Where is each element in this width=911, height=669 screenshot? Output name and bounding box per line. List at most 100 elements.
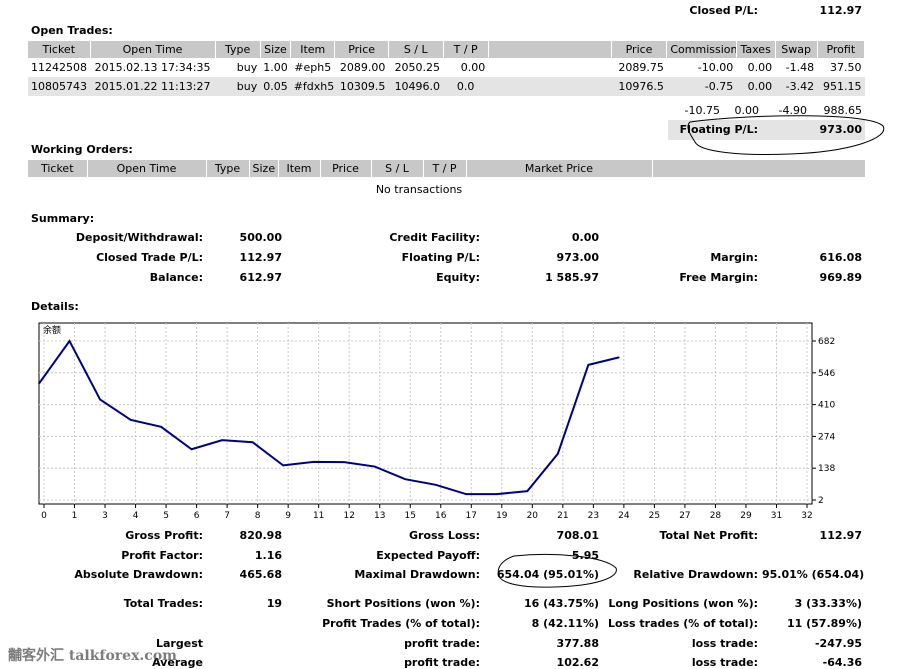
long-positions-label: Long Positions (won %): (608, 597, 758, 610)
loss-trades-value: 11 (57.89%) (786, 617, 862, 630)
col-header: Price (611, 41, 668, 58)
col-header: Ticket (28, 160, 88, 177)
maximal-drawdown-circle-annotation (497, 554, 617, 588)
col-header: S / L (388, 41, 444, 58)
cell-price: 2089.00 (339, 61, 386, 74)
profit-factor-value: 1.16 (254, 549, 282, 562)
chart-frame (38, 322, 813, 505)
margin-value: 616.08 (819, 251, 862, 264)
chart-ytick-label: 682 (818, 337, 835, 347)
chart-xtick-label: 9 (285, 511, 291, 518)
col-header: S / L (371, 160, 424, 177)
chart-ytick-label: 410 (818, 401, 835, 411)
chart-xtick-label: 1 (72, 511, 78, 518)
cell-empty (488, 58, 611, 77)
chart-xtick-label: 12 (343, 511, 354, 518)
chart-point (68, 340, 71, 342)
closed-pl-value: 112.97 (819, 4, 862, 17)
col-header: Commission (666, 41, 737, 58)
cell-open-time: 2015.01.22 11:13:27 (90, 77, 216, 96)
col-header: Profit (817, 41, 866, 58)
working-orders-header: Ticket Open Time Type Size Item Price S … (28, 160, 866, 177)
credit-label: Credit Facility: (389, 231, 480, 244)
chart-ytick-label: 2 (818, 496, 824, 506)
table-row[interactable]: 10805743 2015.01.22 11:13:27 buy 0.05 #f… (28, 77, 865, 96)
chart-point (129, 418, 132, 421)
col-header: Ticket (28, 41, 91, 58)
cell-item: #eph5 (294, 61, 332, 74)
chart-point (496, 493, 498, 495)
chart-ytick-label: 274 (818, 432, 835, 442)
chart-xtick-label: 28 (710, 511, 722, 518)
chart-xtick-label: 3 (102, 511, 108, 518)
chart-point (343, 461, 346, 463)
closed-trade-pl-label: Closed Trade P/L: (96, 251, 203, 264)
chart-point (38, 382, 40, 385)
open-trades-title: Open Trades: (31, 24, 113, 37)
short-positions-label: Short Positions (won %): (326, 597, 480, 610)
deposit-label: Deposit/Withdrawal: (75, 231, 203, 244)
summary-title: Summary: (31, 212, 95, 225)
col-header: Price (334, 41, 389, 58)
chart-point (618, 356, 620, 359)
cell-profit: 37.50 (830, 61, 862, 74)
cell-tp: 0.0 (443, 77, 489, 96)
expected-payoff-label: Expected Payoff: (376, 549, 480, 562)
floating-pl-circle-annotation (687, 115, 885, 155)
col-header: T / P (443, 41, 489, 58)
col-header: Size (260, 41, 292, 58)
chart-xtick-label: 21 (557, 511, 568, 518)
chart-ytick-label: 138 (818, 464, 835, 474)
chart-xtick-label: 13 (374, 511, 385, 518)
equity-value: 1 585.97 (545, 271, 599, 284)
chart-point (312, 461, 315, 463)
total-net-profit-value: 112.97 (819, 529, 862, 542)
relative-drawdown-label: Relative Drawdown: (633, 568, 758, 581)
col-header: Open Time (90, 41, 216, 58)
chart-xtick-label: 0 (41, 511, 47, 518)
no-transactions-text: No transactions (375, 183, 463, 196)
loss-trades-label: Loss trades (% of total): (607, 617, 758, 630)
balance-value: 612.97 (239, 271, 282, 284)
balance-chart: 68254641027413820 1 3 4 5 6 7 8 9 11 12 13 15 16 17 19 2… (38, 322, 835, 518)
cell-profit: 951.15 (817, 77, 865, 96)
col-header: Swap (775, 41, 818, 58)
profit-factor-label: Profit Factor: (121, 549, 203, 562)
closed-trade-pl-value: 112.97 (239, 251, 282, 264)
open-trades-table: Ticket Open Time Type Size Item Price S … (28, 41, 866, 96)
cell-sl: 2050.25 (394, 61, 441, 74)
chart-point (587, 364, 590, 366)
cell-size: 1.00 (263, 61, 288, 74)
average-profit-label: profit trade: (404, 656, 480, 669)
chart-xtick-label: 19 (496, 511, 508, 518)
cell-taxes: 0.00 (747, 61, 773, 74)
chart-xtick-label: 23 (588, 511, 599, 518)
cell-ticket: 10805743 (28, 77, 90, 96)
chart-xtick-label: 32 (801, 511, 812, 518)
details-title: Details: (31, 300, 79, 313)
col-header (488, 41, 612, 58)
gross-loss-label: Gross Loss: (409, 529, 480, 542)
largest-profit-value: 377.88 (556, 637, 599, 650)
free-margin-value: 969.89 (819, 271, 862, 284)
chart-xtick-label: 17 (466, 511, 477, 518)
chart-point (465, 493, 468, 495)
largest-profit-label: profit trade: (404, 637, 480, 650)
chart-point (404, 478, 407, 480)
chart-xtick-label: 15 (405, 511, 416, 518)
table-row[interactable]: 11242508 2015.02.13 17:34:35 buy 1.00 #e… (28, 58, 865, 77)
cell-commission: -10.00 (697, 61, 734, 74)
cell-current-price: 10976.5 (611, 77, 667, 96)
cell-item: #fdxh5 (290, 77, 335, 96)
chart-xtick-label: 4 (133, 511, 139, 518)
col-header: Item (278, 160, 321, 177)
chart-xtick-label: 27 (679, 511, 690, 518)
chart-point (190, 448, 193, 451)
chart-xtick-label: 5 (163, 511, 169, 518)
margin-label: Margin: (710, 251, 758, 264)
chart-point (99, 398, 101, 401)
col-header (652, 160, 866, 177)
chart-xtick-label: 31 (771, 511, 782, 518)
deposit-value: 500.00 (239, 231, 282, 244)
gross-profit-value: 820.98 (239, 529, 282, 542)
